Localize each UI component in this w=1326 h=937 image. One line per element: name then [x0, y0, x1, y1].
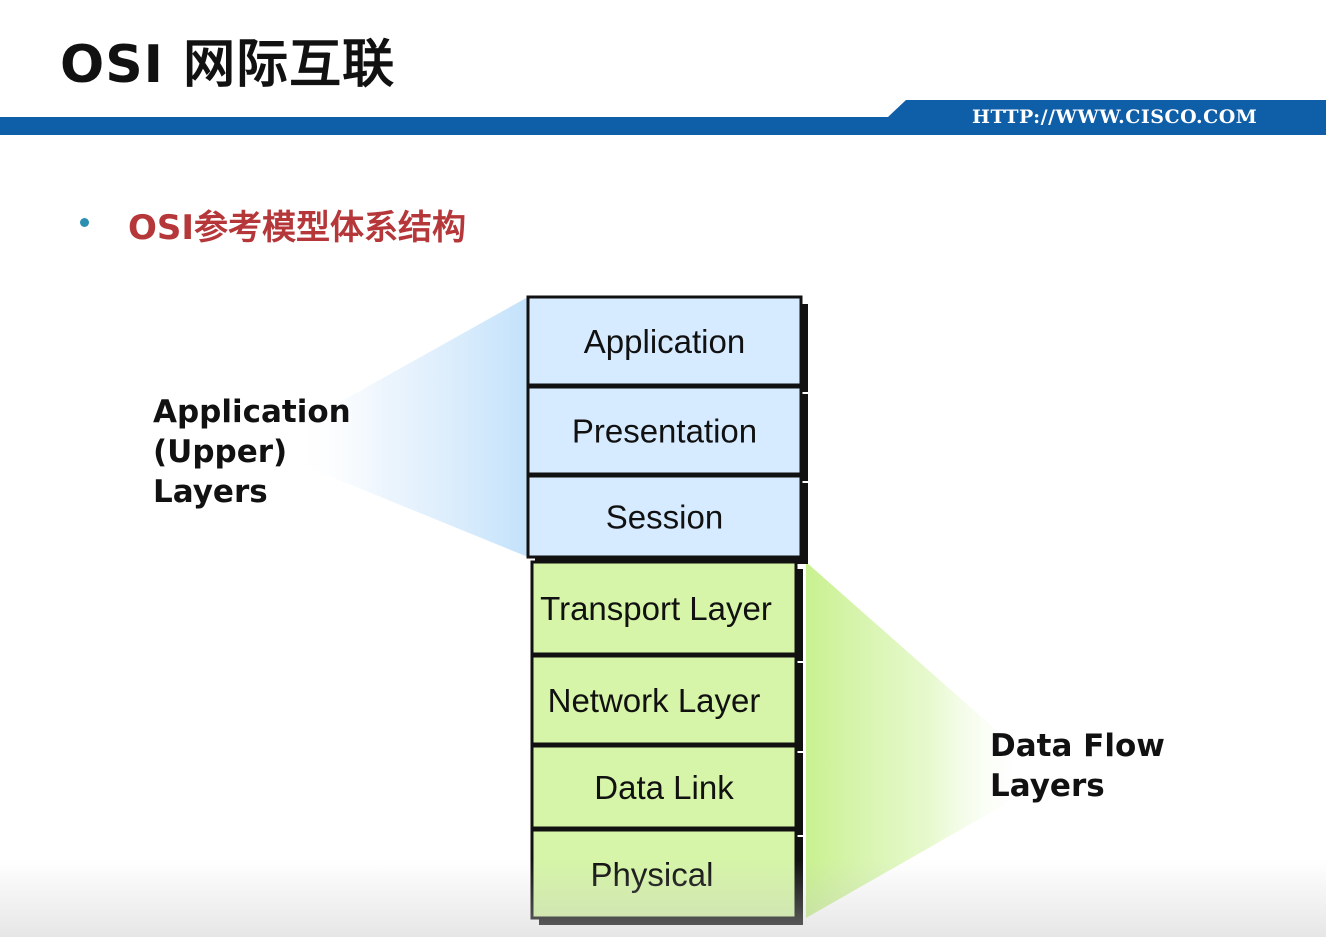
- upper-label-line: Application: [153, 394, 351, 430]
- lower-layer-label: Physical: [591, 856, 714, 893]
- lower-layer-label: Transport Layer: [540, 590, 772, 627]
- upper-layer-label: Session: [606, 499, 723, 536]
- lower-layer-label: Network Layer: [548, 682, 761, 719]
- upper-label-line: Layers: [153, 474, 268, 510]
- upper-layer-label: Application: [584, 323, 745, 360]
- lower-layer-label: Data Link: [594, 769, 734, 806]
- upper-layer-label: Presentation: [572, 413, 757, 450]
- upper-layers-label: Application (Upper) Layers: [153, 392, 351, 512]
- upper-label-line: (Upper): [153, 434, 288, 470]
- upper-layer-stack: Application Presentation Session: [526, 295, 808, 564]
- data-flow-layers-label: Data Flow Layers: [990, 726, 1165, 806]
- slide: OSI 网际互联 HTTP://WWW.CISCO.COM OSI参考模型体系结…: [0, 0, 1326, 937]
- flow-label-line: Data Flow: [990, 728, 1165, 764]
- flow-label-line: Layers: [990, 768, 1105, 804]
- lower-layer-stack: Transport Layer Network Layer Data Link Phy…: [530, 560, 803, 925]
